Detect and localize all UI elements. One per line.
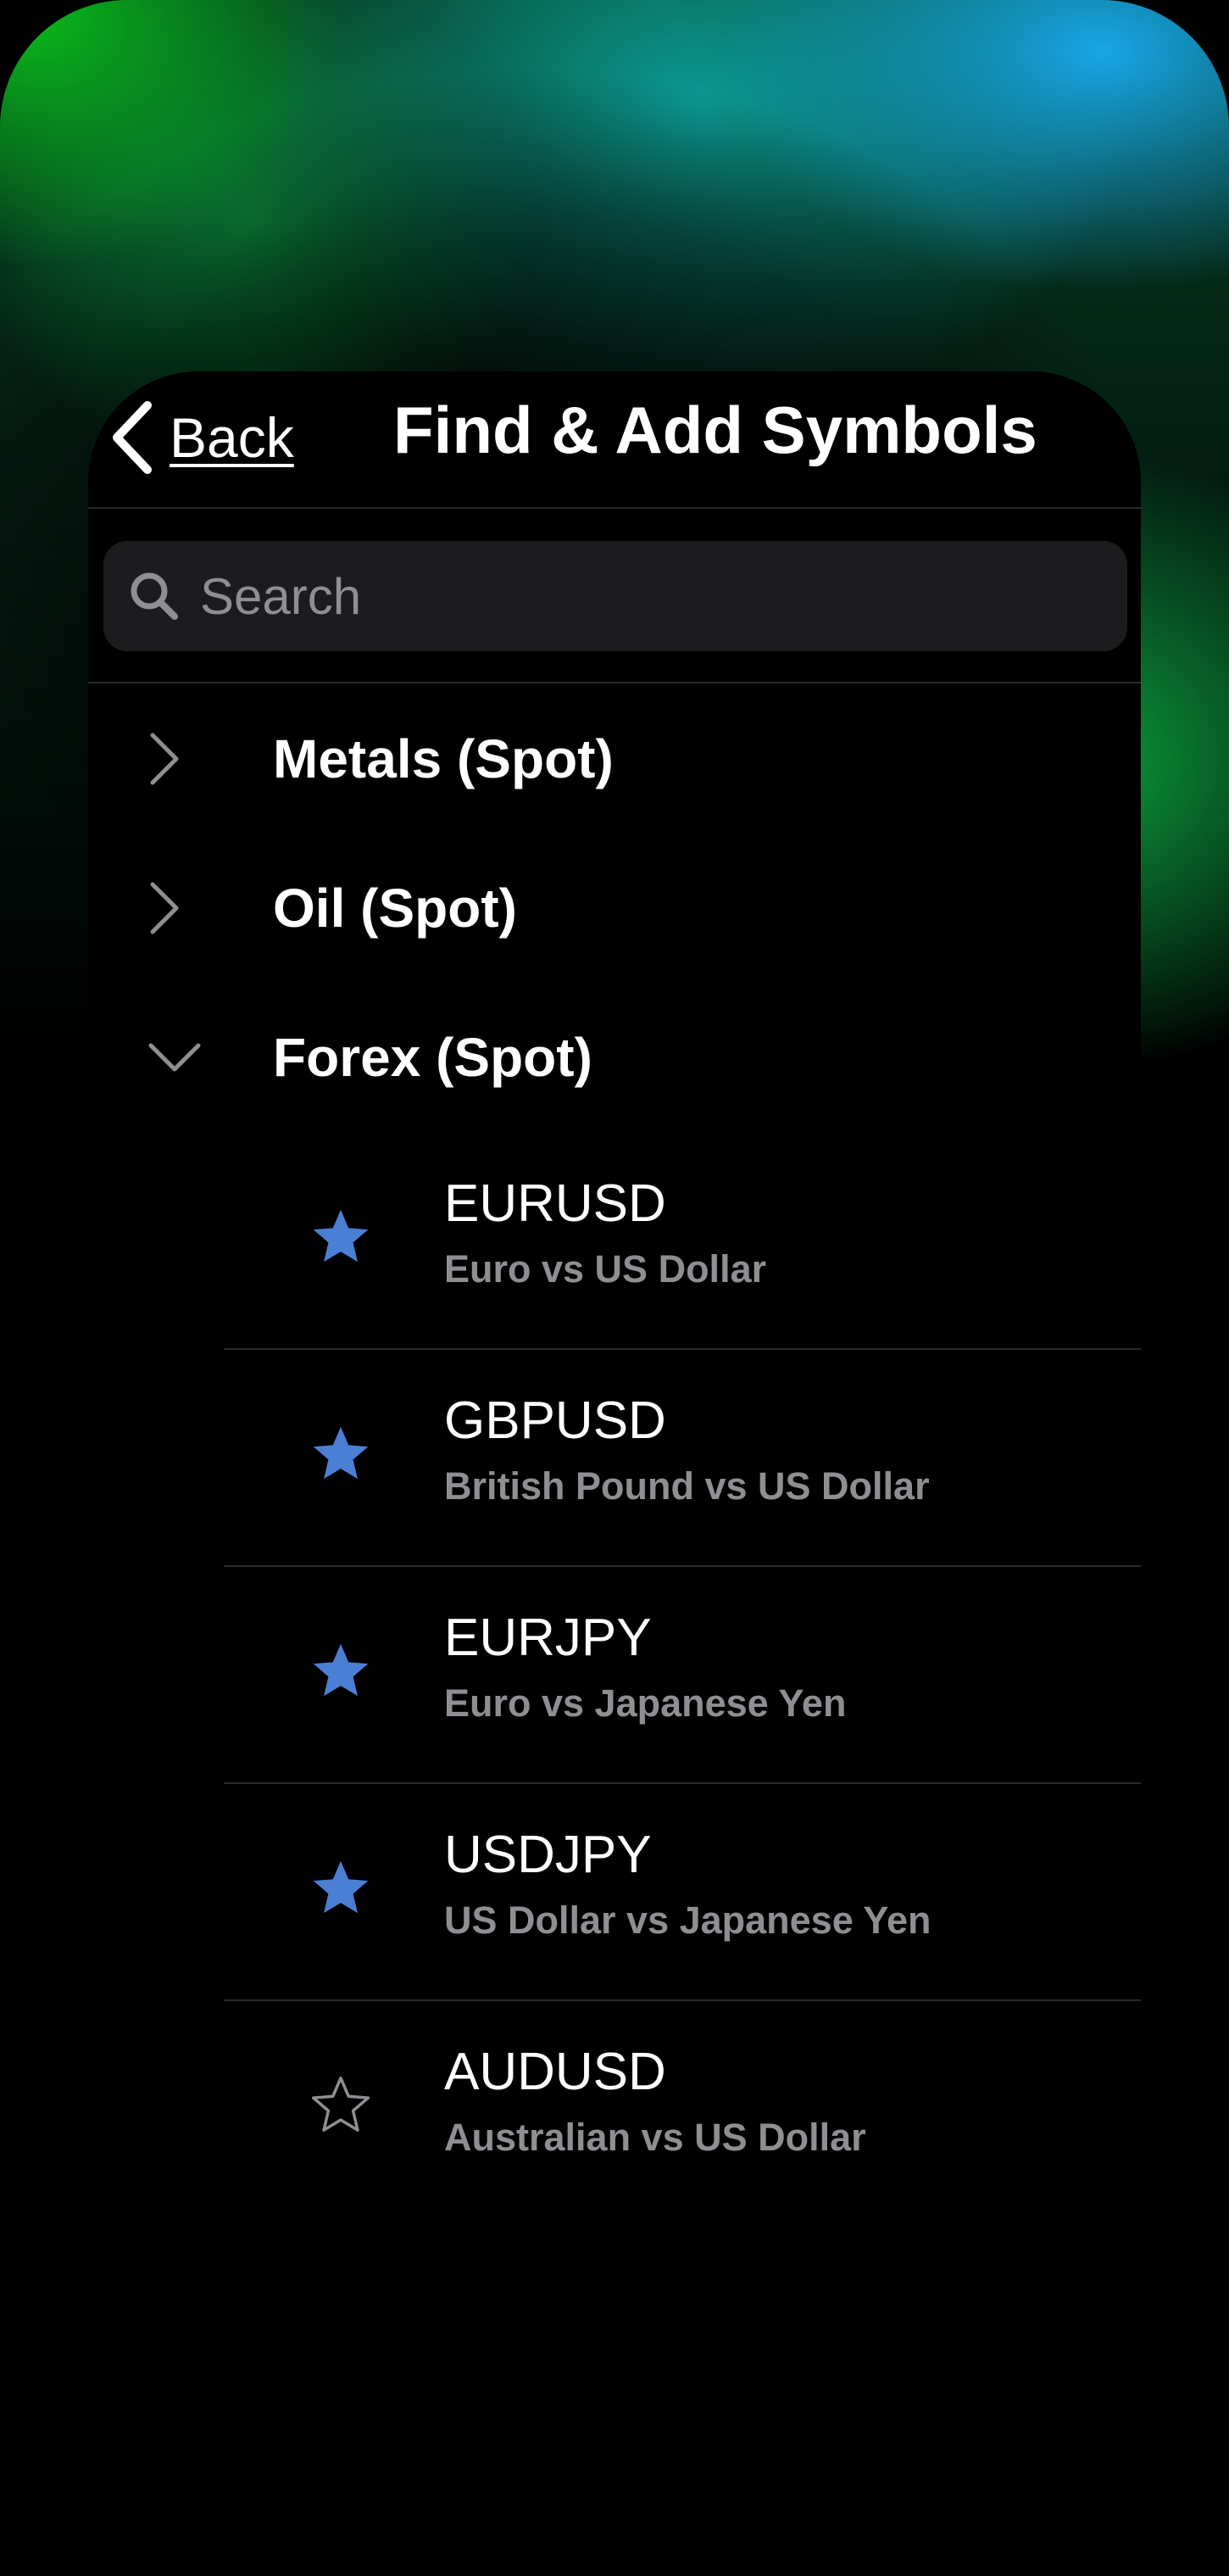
back-label: Back	[170, 406, 294, 469]
symbol-code: AUDUSD	[444, 2043, 666, 2101]
symbol-row-gbpusd[interactable]: GBPUSD British Pound vs US Dollar	[224, 1350, 1141, 1567]
symbol-code: USDJPY	[444, 1826, 652, 1884]
chevron-down-icon	[148, 1043, 201, 1072]
search-bar[interactable]	[103, 541, 1127, 651]
back-button[interactable]: Back	[110, 400, 294, 475]
symbol-row-eurusd[interactable]: EURUSD Euro vs US Dollar	[224, 1133, 1141, 1350]
symbol-code: EURJPY	[444, 1609, 652, 1667]
star-filled-icon[interactable]	[309, 1639, 373, 1703]
star-filled-icon[interactable]	[309, 1856, 373, 1921]
star-filled-icon[interactable]	[309, 1422, 373, 1486]
navigation-bar: Back Find & Add Symbols	[88, 371, 1141, 507]
star-filled-icon[interactable]	[309, 1205, 373, 1269]
group-metals-spot[interactable]: Metals (Spot)	[88, 687, 1141, 831]
chevron-right-icon	[150, 733, 179, 785]
search-divider	[88, 682, 1141, 683]
symbol-description: Euro vs US Dollar	[444, 1247, 767, 1291]
chevron-left-icon	[113, 401, 152, 474]
symbol-description: British Pound vs US Dollar	[444, 1464, 930, 1508]
symbol-code: EURUSD	[444, 1174, 666, 1233]
page-title: Find & Add Symbols	[393, 393, 1037, 467]
nav-divider	[88, 507, 1141, 509]
symbol-row-eurjpy[interactable]: EURJPY Euro vs Japanese Yen	[224, 1567, 1141, 1784]
group-oil-spot[interactable]: Oil (Spot)	[88, 836, 1141, 980]
group-forex-spot[interactable]: Forex (Spot)	[88, 985, 1141, 1129]
search-icon	[131, 572, 178, 620]
symbol-description: US Dollar vs Japanese Yen	[444, 1899, 931, 1942]
symbol-description: Euro vs Japanese Yen	[444, 1681, 847, 1725]
group-label: Oil (Spot)	[273, 878, 517, 939]
symbol-code: GBPUSD	[444, 1391, 666, 1450]
chevron-right-icon	[150, 882, 179, 934]
device-screen: Back Find & Add Symbols Metals (Spot) Oi…	[0, 0, 1229, 2576]
search-input[interactable]	[198, 566, 1049, 627]
symbol-description: Australian vs US Dollar	[444, 2116, 866, 2159]
find-add-symbols-sheet: Back Find & Add Symbols Metals (Spot) Oi…	[88, 371, 1141, 2576]
group-label: Forex (Spot)	[273, 1027, 592, 1088]
symbol-row-audusd[interactable]: AUDUSD Australian vs US Dollar	[224, 2001, 1141, 2218]
star-outline-icon[interactable]	[309, 2073, 373, 2138]
symbol-row-usdjpy[interactable]: USDJPY US Dollar vs Japanese Yen	[224, 1784, 1141, 2001]
group-label: Metals (Spot)	[273, 728, 614, 789]
